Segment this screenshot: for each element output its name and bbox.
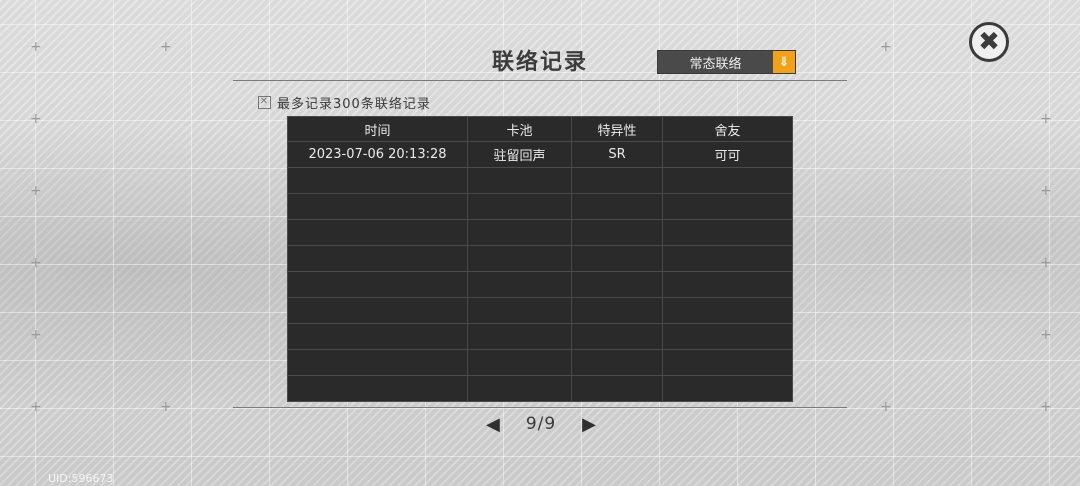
record-limit-note: ✕ 最多记录300条联络记录 bbox=[258, 93, 431, 112]
table-row-empty bbox=[287, 271, 793, 298]
prev-page-icon[interactable]: ◀ bbox=[486, 414, 500, 435]
grid-marker: + bbox=[880, 399, 892, 415]
dropdown-label: 常态联络 bbox=[689, 56, 742, 72]
grid-marker: + bbox=[1040, 399, 1052, 415]
grid-marker: + bbox=[880, 39, 892, 55]
close-button[interactable]: ✖ bbox=[969, 22, 1009, 62]
grid-marker: + bbox=[1040, 183, 1052, 199]
column-header-roommate: 舍友 bbox=[662, 116, 793, 142]
grid-marker: + bbox=[30, 111, 42, 127]
record-limit-text: 最多记录300条联络记录 bbox=[277, 97, 431, 112]
cell-time: 2023-07-06 20:13:28 bbox=[287, 141, 468, 168]
page-indicator: 9/9 bbox=[525, 414, 557, 434]
column-header-time: 时间 bbox=[287, 116, 468, 142]
close-icon: ✖ bbox=[978, 27, 1000, 57]
page-title: 联络记录 bbox=[491, 50, 588, 75]
table-row-empty bbox=[287, 375, 793, 402]
grid-marker: + bbox=[1040, 255, 1052, 271]
grid-marker: + bbox=[160, 39, 172, 55]
pagination: ◀ 9/9 ▶ bbox=[486, 413, 596, 435]
table-row: 2023-07-06 20:13:28 驻留回声 SR 可可 bbox=[287, 141, 793, 168]
column-header-pool: 卡池 bbox=[467, 116, 572, 142]
checkbox-x-icon: ✕ bbox=[258, 96, 271, 109]
chevron-down-icon[interactable]: ⇓ bbox=[773, 51, 795, 73]
grid-marker: + bbox=[160, 399, 172, 415]
grid-marker: + bbox=[30, 327, 42, 343]
cell-pool: 驻留回声 bbox=[467, 141, 572, 168]
table-row-empty bbox=[287, 219, 793, 246]
table-row-empty bbox=[287, 349, 793, 376]
grid-marker: + bbox=[30, 183, 42, 199]
grid-marker: + bbox=[1040, 111, 1052, 127]
cell-roommate: 可可 bbox=[662, 141, 793, 168]
cell-rarity: SR bbox=[571, 141, 663, 168]
table-row-empty bbox=[287, 167, 793, 194]
records-table: 时间 卡池 特异性 舍友 2023-07-06 20:13:28 驻留回声 SR… bbox=[287, 116, 793, 402]
grid-marker: + bbox=[30, 39, 42, 55]
table-row-empty bbox=[287, 323, 793, 350]
table-row-empty bbox=[287, 297, 793, 324]
column-header-rarity: 特异性 bbox=[571, 116, 663, 142]
user-id: UID:596673 bbox=[48, 472, 114, 485]
table-row-empty bbox=[287, 193, 793, 220]
footer-divider bbox=[233, 407, 847, 408]
grid-marker: + bbox=[1040, 327, 1052, 343]
pool-type-dropdown[interactable]: 常态联络 ⇓ bbox=[657, 50, 796, 74]
grid-marker: + bbox=[30, 255, 42, 271]
table-row-empty bbox=[287, 245, 793, 272]
table-header-row: 时间 卡池 特异性 舍友 bbox=[287, 116, 793, 142]
grid-marker: + bbox=[30, 399, 42, 415]
next-page-icon[interactable]: ▶ bbox=[582, 414, 596, 435]
header-divider bbox=[233, 80, 847, 81]
